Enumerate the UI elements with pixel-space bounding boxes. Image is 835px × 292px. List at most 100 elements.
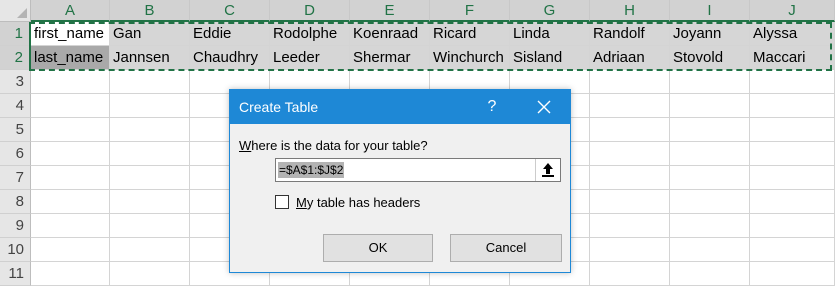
cell-h10[interactable] [590,238,670,262]
cell-e1[interactable]: Koenraad [350,22,430,46]
cell-f2[interactable]: Winchurch [430,46,510,70]
cell-i9[interactable] [670,214,750,238]
close-button[interactable] [527,90,561,124]
cell-i1[interactable]: Joyann [670,22,750,46]
cell-i7[interactable] [670,166,750,190]
cell-c2[interactable]: Chaudhry [190,46,270,70]
cell-h3[interactable] [590,70,670,94]
column-header-f[interactable]: F [430,0,510,22]
cell-a8[interactable] [31,190,110,214]
cell-b6[interactable] [110,142,190,166]
cell-a11[interactable] [31,262,110,286]
cell-a9[interactable] [31,214,110,238]
column-header-e[interactable]: E [350,0,430,22]
row-header-3[interactable]: 3 [0,70,31,94]
row-header-7[interactable]: 7 [0,166,31,190]
cell-j6[interactable] [750,142,835,166]
cell-i6[interactable] [670,142,750,166]
cell-a2[interactable]: last_name [31,46,110,70]
help-button[interactable]: ? [477,90,507,124]
cancel-button[interactable]: Cancel [450,234,562,262]
cell-j5[interactable] [750,118,835,142]
cell-a4[interactable] [31,94,110,118]
cell-i3[interactable] [670,70,750,94]
cell-b1[interactable]: Gan [110,22,190,46]
range-input[interactable]: =$A$1:$J$2 [275,158,561,182]
cell-a7[interactable] [31,166,110,190]
cell-i11[interactable] [670,262,750,286]
column-header-j[interactable]: J [750,0,835,22]
create-table-dialog: Create Table ? Where is the data for you… [229,89,571,273]
row-header-10[interactable]: 10 [0,238,31,262]
cell-h1[interactable]: Randolf [590,22,670,46]
row-header-4[interactable]: 4 [0,94,31,118]
cell-h9[interactable] [590,214,670,238]
cell-g2[interactable]: Sisland [510,46,590,70]
column-header-c[interactable]: C [190,0,270,22]
row-header-11[interactable]: 11 [0,262,31,286]
row-header-9[interactable]: 9 [0,214,31,238]
cell-j11[interactable] [750,262,835,286]
cell-h4[interactable] [590,94,670,118]
cell-i4[interactable] [670,94,750,118]
column-header-i[interactable]: I [670,0,750,22]
cell-b11[interactable] [110,262,190,286]
range-select-icon [542,163,554,177]
cell-j2[interactable]: Maccari [750,46,835,70]
headers-checkbox[interactable] [275,195,289,209]
cell-j4[interactable] [750,94,835,118]
row-header-2[interactable]: 2 [0,46,31,70]
cell-j3[interactable] [750,70,835,94]
cell-b10[interactable] [110,238,190,262]
cell-a5[interactable] [31,118,110,142]
row-header-8[interactable]: 8 [0,190,31,214]
cell-j1[interactable]: Alyssa [750,22,835,46]
cell-c1[interactable]: Eddie [190,22,270,46]
cell-i5[interactable] [670,118,750,142]
cell-b5[interactable] [110,118,190,142]
column-header-h[interactable]: H [590,0,670,22]
dialog-titlebar[interactable]: Create Table ? [230,90,570,124]
cell-b2[interactable]: Jannsen [110,46,190,70]
collapse-dialog-button[interactable] [535,159,560,181]
cell-i8[interactable] [670,190,750,214]
cell-a10[interactable] [31,238,110,262]
cell-j9[interactable] [750,214,835,238]
column-header-d[interactable]: D [270,0,350,22]
cell-h11[interactable] [590,262,670,286]
cell-b7[interactable] [110,166,190,190]
range-prompt-label: Where is the data for your table? [239,138,428,153]
headers-checkbox-label[interactable]: My table has headers [296,195,420,210]
column-header-b[interactable]: B [110,0,190,22]
cell-g1[interactable]: Linda [510,22,590,46]
row-header-5[interactable]: 5 [0,118,31,142]
cell-h6[interactable] [590,142,670,166]
cell-d1[interactable]: Rodolphe [270,22,350,46]
cell-b3[interactable] [110,70,190,94]
cell-a3[interactable] [31,70,110,94]
cell-e2[interactable]: Shermar [350,46,430,70]
cell-f1[interactable]: Ricard [430,22,510,46]
cell-i2[interactable]: Stovold [670,46,750,70]
row-header-1[interactable]: 1 [0,22,31,46]
select-all-corner[interactable] [0,0,31,22]
cell-j7[interactable] [750,166,835,190]
cell-j10[interactable] [750,238,835,262]
cell-h2[interactable]: Adriaan [590,46,670,70]
cell-j8[interactable] [750,190,835,214]
cell-b4[interactable] [110,94,190,118]
ok-button[interactable]: OK [323,234,433,262]
cell-a1[interactable]: first_name [31,22,110,46]
cell-b9[interactable] [110,214,190,238]
column-header-g[interactable]: G [510,0,590,22]
column-header-a[interactable]: A [31,0,110,22]
cell-a6[interactable] [31,142,110,166]
cell-h7[interactable] [590,166,670,190]
cell-i10[interactable] [670,238,750,262]
range-value[interactable]: =$A$1:$J$2 [278,162,345,178]
cell-b8[interactable] [110,190,190,214]
row-header-6[interactable]: 6 [0,142,31,166]
cell-h8[interactable] [590,190,670,214]
cell-h5[interactable] [590,118,670,142]
cell-d2[interactable]: Leeder [270,46,350,70]
